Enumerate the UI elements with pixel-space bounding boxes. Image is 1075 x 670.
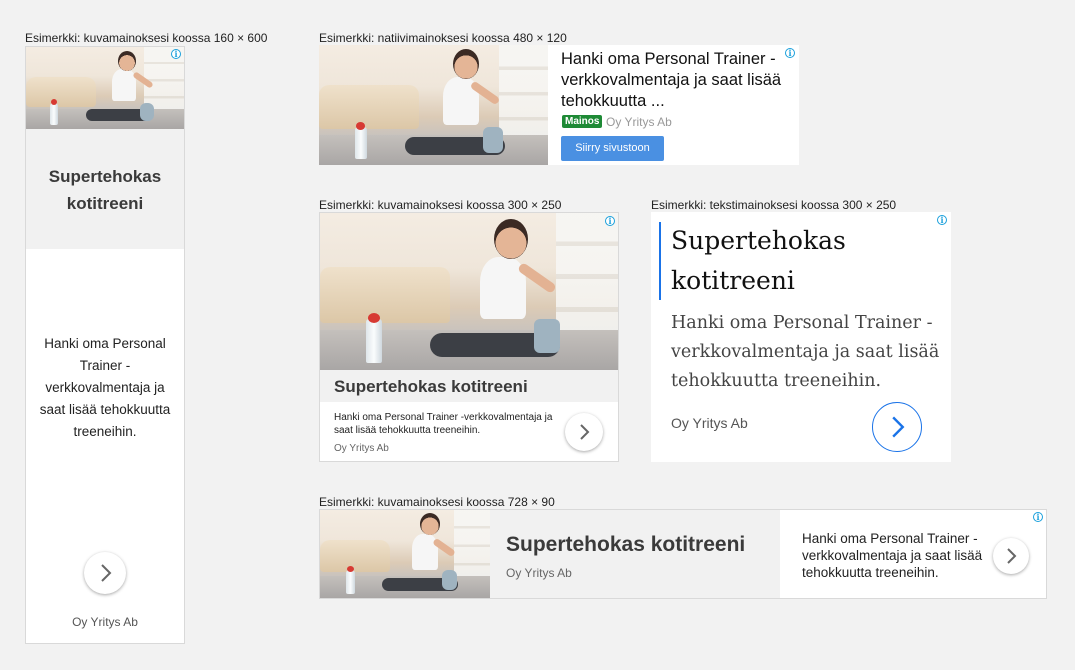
ad-description: Hanki oma Personal Trainer -verkkovalmen…	[671, 313, 940, 391]
ad-160x600[interactable]: i Supertehokas kotitreeni Hanki oma Perso…	[25, 46, 185, 644]
ad-480x120-native[interactable]: Hanki oma Personal Trainer -verkkovalmen…	[319, 45, 799, 165]
caption-728x90: Esimerkki: kuvamainoksesi koossa 728 × 9…	[319, 495, 555, 509]
info-icon[interactable]: i	[785, 48, 795, 58]
advertiser-name: Oy Yritys Ab	[671, 415, 748, 431]
caption-300x250-image: Esimerkki: kuvamainoksesi koossa 300 × 2…	[319, 198, 562, 212]
ad-description: Hanki oma Personal Trainer -verkkovalmen…	[802, 531, 983, 580]
ad-300x250-image[interactable]: i Supertehokas kotitreeni Hanki oma Pers…	[319, 212, 619, 462]
ad-image[interactable]	[319, 45, 548, 165]
accent-rule	[659, 222, 661, 300]
chevron-right-icon	[101, 564, 112, 582]
advertiser-name: Oy Yritys Ab	[334, 443, 389, 454]
ad-title[interactable]: Supertehokas kotitreeni	[671, 221, 846, 301]
caption-480x120: Esimerkki: natiivimainoksesi koossa 480 …	[319, 31, 567, 45]
ad-title[interactable]: Supertehokas kotitreeni	[506, 533, 745, 557]
next-button[interactable]	[565, 413, 603, 451]
info-icon[interactable]: i	[937, 215, 947, 225]
ad-title[interactable]: Supertehokas kotitreeni	[334, 377, 528, 397]
ad-title[interactable]: Supertehokas kotitreeni	[26, 163, 184, 217]
ad-image[interactable]	[320, 510, 490, 598]
next-button[interactable]	[872, 402, 922, 452]
chevron-right-icon	[580, 424, 590, 440]
ad-image[interactable]	[320, 213, 618, 370]
advertiser-name: Oy Yritys Ab	[72, 615, 138, 629]
caption-160x600: Esimerkki: kuvamainoksesi koossa 160 × 6…	[25, 31, 268, 45]
advertiser-name: Oy Yritys Ab	[606, 115, 672, 129]
chevron-right-icon	[892, 416, 905, 438]
next-button[interactable]	[993, 538, 1029, 574]
next-button[interactable]	[84, 552, 126, 594]
ad-description: Hanki oma Personal Trainer -verkkovalmen…	[334, 412, 553, 436]
info-icon[interactable]: i	[171, 49, 181, 59]
ad-728x90[interactable]: Supertehokas kotitreeni Oy Yritys Ab Han…	[319, 509, 1047, 599]
ad-badge: Mainos	[562, 115, 603, 128]
ad-image[interactable]	[26, 47, 184, 129]
advertiser-name: Oy Yritys Ab	[506, 566, 572, 580]
info-icon[interactable]: i	[1033, 512, 1043, 522]
caption-300x250-text: Esimerkki: tekstimainoksesi koossa 300 ×…	[651, 198, 897, 212]
visit-site-button[interactable]: Siirry sivustoon	[561, 136, 664, 161]
ad-300x250-text[interactable]: Supertehokas kotitreeni Hanki oma Persona…	[651, 212, 951, 462]
info-icon[interactable]: i	[605, 216, 615, 226]
ad-description: Hanki oma Personal Trainer -verkkovalmen…	[39, 336, 171, 439]
chevron-right-icon	[1007, 548, 1017, 564]
native-headline[interactable]: Hanki oma Personal Trainer -verkkovalmen…	[561, 49, 786, 112]
